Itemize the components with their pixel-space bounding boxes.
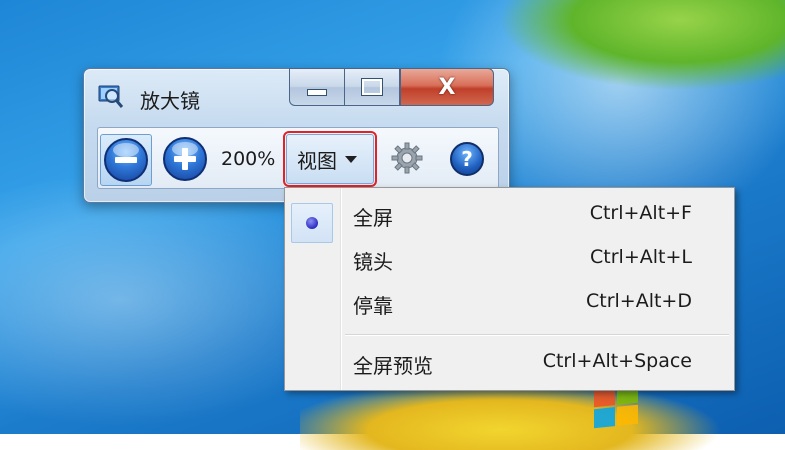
- close-button[interactable]: X: [400, 68, 494, 106]
- zoom-out-button[interactable]: [100, 134, 152, 186]
- maximize-button[interactable]: [344, 68, 400, 106]
- minus-icon: [104, 138, 148, 182]
- menu-item-shortcut: Ctrl+Alt+F: [589, 202, 692, 224]
- plus-icon: [163, 137, 207, 181]
- magnifier-window: 放大镜 X 200% 视图 ?: [83, 68, 510, 203]
- minimize-button[interactable]: [289, 68, 344, 106]
- menu-item-label: 全屏: [353, 206, 393, 230]
- menu-item-shortcut: Ctrl+Alt+D: [585, 290, 692, 312]
- view-menu: 全屏 Ctrl+Alt+F 镜头 Ctrl+Alt+L 停靠 Ctrl+Alt+…: [284, 187, 735, 391]
- magnifier-toolbar: 200% 视图 ?: [97, 127, 499, 189]
- zoom-level: 200%: [221, 148, 276, 170]
- chevron-down-icon: [345, 155, 357, 163]
- menu-item-fullscreen-preview[interactable]: 全屏预览 Ctrl+Alt+Space: [285, 342, 734, 384]
- magnifier-app-icon: [98, 85, 124, 108]
- menu-item-fullscreen[interactable]: 全屏 Ctrl+Alt+F: [285, 194, 734, 243]
- menu-item-docked[interactable]: 停靠 Ctrl+Alt+D: [285, 282, 734, 324]
- menu-item-label: 镜头: [353, 250, 393, 274]
- menu-item-lens[interactable]: 镜头 Ctrl+Alt+L: [285, 238, 734, 280]
- window-title: 放大镜: [140, 89, 200, 113]
- caption-buttons: X: [289, 68, 494, 106]
- menu-item-label: 全屏预览: [353, 354, 433, 378]
- menu-item-shortcut: Ctrl+Alt+Space: [542, 350, 692, 372]
- help-icon: ?: [461, 147, 473, 171]
- maximize-icon: [361, 78, 383, 96]
- radio-dot-icon: [306, 217, 318, 229]
- help-button[interactable]: ?: [450, 142, 484, 176]
- menu-separator: [345, 334, 729, 335]
- minimize-icon: [307, 88, 327, 96]
- menu-item-label: 停靠: [353, 294, 393, 318]
- gear-icon[interactable]: [391, 142, 423, 174]
- menu-item-shortcut: Ctrl+Alt+L: [590, 246, 692, 268]
- close-icon: X: [438, 74, 456, 100]
- view-dropdown-label: 视图: [297, 148, 337, 173]
- zoom-in-button[interactable]: [160, 134, 210, 184]
- selected-indicator: [291, 203, 333, 243]
- wallpaper-leaf: [500, 0, 785, 90]
- view-dropdown-button[interactable]: 视图: [283, 131, 377, 187]
